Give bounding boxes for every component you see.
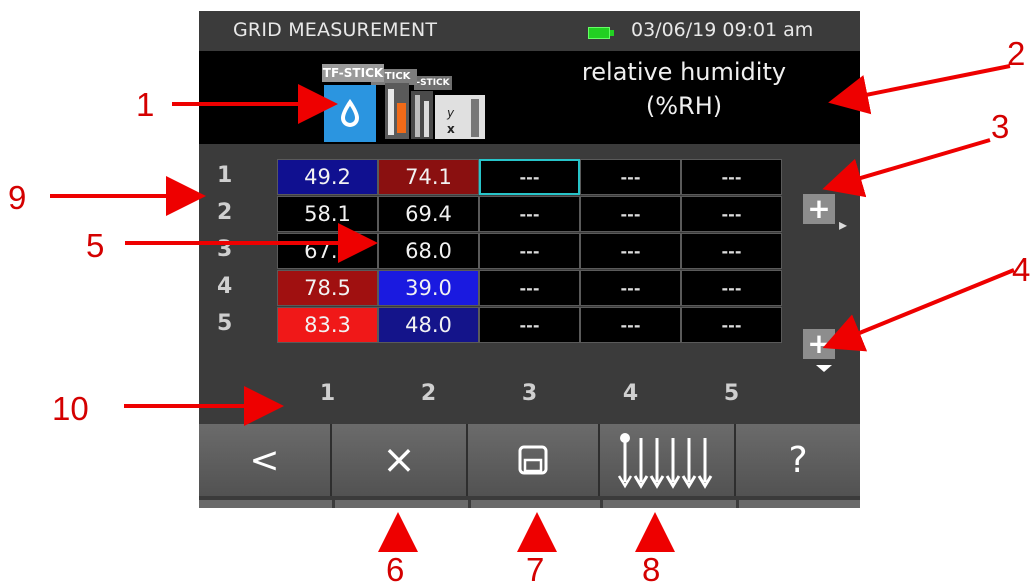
callout-arrow-2	[828, 64, 1011, 115]
callout-number: 7	[526, 551, 545, 588]
callout-number: 9	[8, 179, 27, 216]
callout-number: 8	[642, 551, 661, 588]
callout-number: 3	[991, 108, 1010, 145]
callout-number: 1	[136, 86, 155, 123]
callout-arrow-3	[822, 138, 991, 198]
callout-number: 6	[386, 551, 405, 588]
callout-number: 4	[1012, 251, 1030, 288]
callout-number: 10	[52, 390, 89, 427]
callout-arrow-4	[822, 268, 1015, 352]
callout-number: 2	[1007, 35, 1026, 72]
annotation-arrows	[50, 64, 1015, 552]
callout-number: 5	[86, 227, 105, 264]
